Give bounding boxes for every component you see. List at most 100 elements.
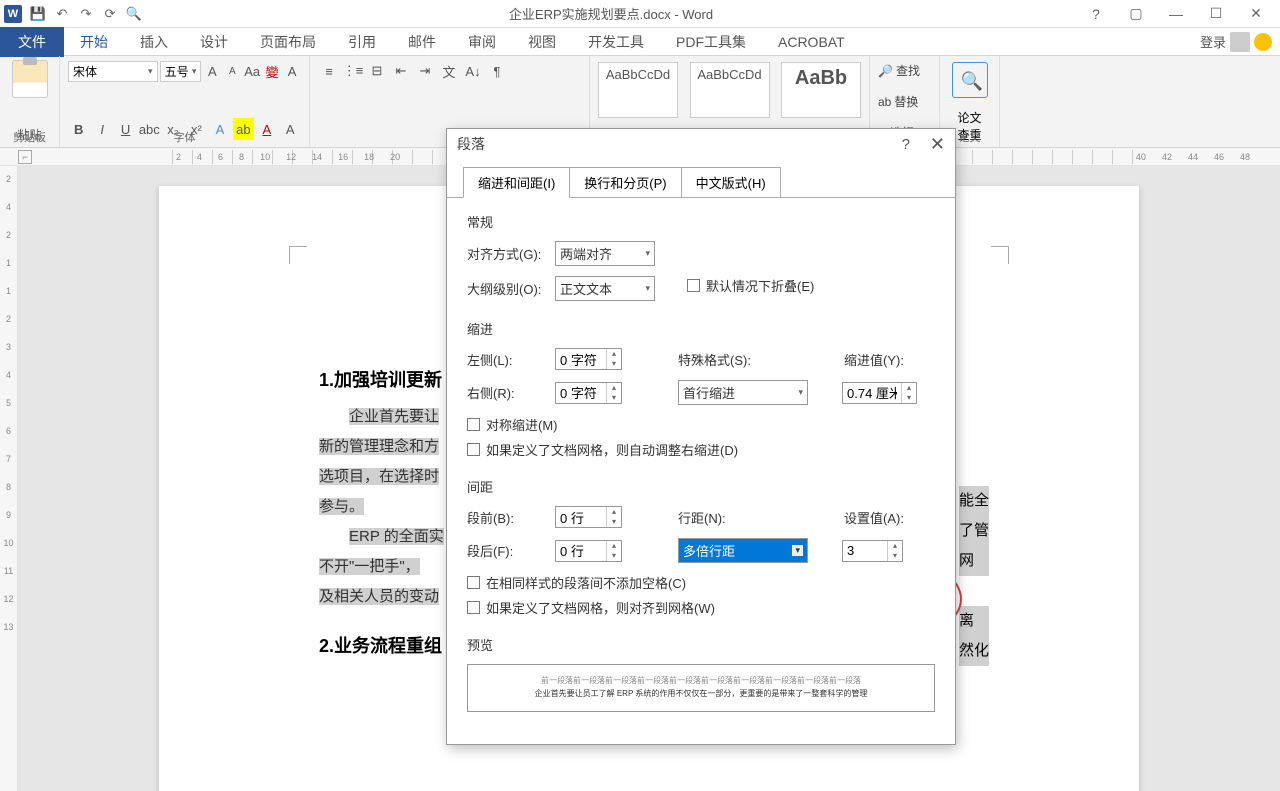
alignment-label: 对齐方式(G):	[467, 244, 547, 263]
document-title: 企业ERP实施规划要点.docx - Word	[146, 4, 1076, 23]
show-marks-icon[interactable]: ¶	[486, 60, 508, 82]
margin-corner-tr	[991, 246, 1009, 264]
auto-adjust-checkbox[interactable]: 如果定义了文档网格，则自动调整右缩进(D)	[467, 440, 935, 459]
right-indent-label: 右侧(R):	[467, 383, 547, 402]
replace-button[interactable]: ab替换	[878, 91, 931, 112]
style-normal[interactable]: AaBbCcDd	[598, 62, 678, 118]
tab-references[interactable]: 引用	[332, 27, 392, 57]
setat-spinner[interactable]: ▴▾	[842, 540, 903, 562]
ribbon-options-icon[interactable]: ▢	[1116, 2, 1156, 26]
right-indent-spinner[interactable]: ▴▾	[555, 382, 622, 404]
tab-view[interactable]: 视图	[512, 27, 572, 57]
tab-review[interactable]: 审阅	[452, 27, 512, 57]
tab-mailings[interactable]: 邮件	[392, 27, 452, 57]
sort-icon[interactable]: A↓	[462, 60, 484, 82]
asian-layout-icon[interactable]: 文	[438, 60, 460, 82]
tab-layout[interactable]: 页面布局	[244, 27, 332, 57]
vertical-ruler[interactable]: 242112345678910111213	[0, 166, 18, 791]
dialog-help-button[interactable]: ?	[902, 136, 910, 153]
collapse-checkbox[interactable]: 默认情况下折叠(E)	[687, 276, 814, 295]
space-after-spinner[interactable]: ▴▾	[555, 540, 622, 562]
feedback-icon[interactable]	[1254, 33, 1272, 51]
change-case-icon[interactable]: Aa	[243, 60, 261, 82]
space-before-spinner[interactable]: ▴▾	[555, 506, 622, 528]
preview-section: 预览 前一段落前一段落前一段落前一段落前一段落前一段落前一段落前一段落前一段落前…	[467, 635, 935, 712]
paste-icon[interactable]	[12, 60, 48, 98]
login-button[interactable]: 登录	[1192, 32, 1280, 52]
line-spacing-label: 行距(N):	[678, 508, 768, 527]
word-icon: W	[4, 5, 22, 23]
decrease-indent-icon[interactable]: ⇤	[390, 60, 412, 82]
indent-value-spinner[interactable]: ▴▾	[842, 382, 917, 404]
tab-insert[interactable]: 插入	[124, 27, 184, 57]
tab-acrobat[interactable]: ACROBAT	[762, 29, 861, 55]
spin-down-icon[interactable]: ▾	[888, 551, 902, 561]
spin-down-icon[interactable]: ▾	[607, 517, 621, 527]
numbering-icon[interactable]: ⋮≡	[342, 60, 364, 82]
spin-down-icon[interactable]: ▾	[607, 359, 621, 369]
tab-asian-typography[interactable]: 中文版式(H)	[681, 167, 781, 198]
special-indent-select[interactable]: 首行缩进▾	[678, 380, 808, 405]
mirror-indent-checkbox[interactable]: 对称缩进(M)	[467, 415, 935, 434]
maximize-button[interactable]: ☐	[1196, 2, 1236, 26]
shrink-font-icon[interactable]: A	[223, 60, 241, 82]
spin-up-icon[interactable]: ▴	[607, 541, 621, 551]
multilevel-icon[interactable]: ⊟	[366, 60, 388, 82]
outline-select[interactable]: 正文文本▾	[555, 276, 655, 301]
qat-redo-icon[interactable]: ↷	[74, 2, 98, 26]
style-heading1[interactable]: AaBb	[781, 62, 861, 118]
close-button[interactable]: ✕	[1236, 2, 1276, 26]
line-spacing-select[interactable]: 多倍行距▾	[678, 538, 808, 563]
help-button[interactable]: ?	[1076, 2, 1116, 26]
bullets-icon[interactable]: ≡	[318, 60, 340, 82]
titlebar: W 💾 ↶ ↷ ⟳ 🔍 企业ERP实施规划要点.docx - Word ? ▢ …	[0, 0, 1280, 28]
replace-icon: ab	[878, 95, 891, 109]
qat-refresh-icon[interactable]: ⟳	[98, 2, 122, 26]
tab-design[interactable]: 设计	[184, 27, 244, 57]
left-indent-spinner[interactable]: ▴▾	[555, 348, 622, 370]
font-name-select[interactable]: 宋体▾	[68, 61, 158, 82]
general-title: 常规	[467, 212, 935, 231]
tab-indent-spacing[interactable]: 缩进和间距(I)	[463, 167, 570, 198]
spin-up-icon[interactable]: ▴	[607, 349, 621, 359]
font-size-select[interactable]: 五号▾	[160, 61, 202, 82]
qat-preview-icon[interactable]: 🔍	[122, 2, 146, 26]
increase-indent-icon[interactable]: ⇥	[414, 60, 436, 82]
snap-to-grid-checkbox[interactable]: 如果定义了文档网格，则对齐到网格(W)	[467, 598, 935, 617]
qat-undo-icon[interactable]: ↶	[50, 2, 74, 26]
tab-home[interactable]: 开始	[64, 27, 124, 57]
general-section: 常规 对齐方式(G): 两端对齐▾ 大纲级别(O): 正文文本▾ 默认情况下折叠…	[467, 212, 935, 301]
tab-selector[interactable]: ⌐	[18, 150, 32, 164]
paper-check-icon[interactable]	[952, 62, 988, 98]
no-space-same-style-checkbox[interactable]: 在相同样式的段落间不添加空格(C)	[467, 573, 935, 592]
find-button[interactable]: 🔎查找	[878, 60, 931, 81]
minimize-button[interactable]: —	[1156, 2, 1196, 26]
spin-up-icon[interactable]: ▴	[888, 541, 902, 551]
space-before-label: 段前(B):	[467, 508, 547, 527]
spin-up-icon[interactable]: ▴	[607, 383, 621, 393]
spin-up-icon[interactable]: ▴	[607, 507, 621, 517]
font-group-label: 字体	[60, 129, 309, 145]
dialog-title-text: 段落	[457, 134, 485, 154]
indent-value-label: 缩进值(Y):	[844, 350, 904, 369]
qat-save-icon[interactable]: 💾	[26, 2, 50, 26]
grow-font-icon[interactable]: A	[203, 60, 221, 82]
dialog-body: 常规 对齐方式(G): 两端对齐▾ 大纲级别(O): 正文文本▾ 默认情况下折叠…	[447, 197, 955, 744]
file-tab[interactable]: 文件	[0, 27, 64, 57]
tab-line-breaks[interactable]: 换行和分页(P)	[569, 167, 681, 198]
spin-down-icon[interactable]: ▾	[607, 551, 621, 561]
spin-up-icon[interactable]: ▴	[902, 383, 916, 393]
dialog-titlebar[interactable]: 段落 ? ✕	[447, 129, 955, 159]
phonetic-icon[interactable]: 變	[263, 60, 281, 82]
style-nospace[interactable]: AaBbCcDd	[690, 62, 770, 118]
alignment-select[interactable]: 两端对齐▾	[555, 241, 655, 266]
indent-section: 缩进 左侧(L): ▴▾ 特殊格式(S): 缩进值(Y): 右侧(R): ▴▾ …	[467, 319, 935, 459]
left-indent-label: 左侧(L):	[467, 350, 547, 369]
tab-developer[interactable]: 开发工具	[572, 27, 660, 57]
spin-down-icon[interactable]: ▾	[607, 393, 621, 403]
dialog-close-button[interactable]: ✕	[930, 134, 945, 155]
border-char-icon[interactable]: A	[283, 60, 301, 82]
tab-pdf[interactable]: PDF工具集	[660, 27, 762, 57]
spin-down-icon[interactable]: ▾	[902, 393, 916, 403]
indent-title: 缩进	[467, 319, 935, 338]
